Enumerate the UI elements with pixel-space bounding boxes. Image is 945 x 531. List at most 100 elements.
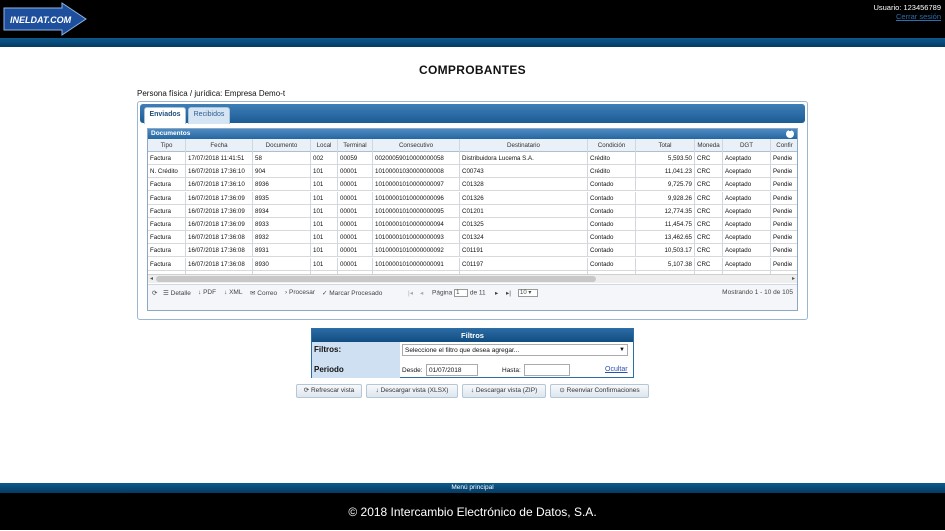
xml-button[interactable]: ↓ XML bbox=[224, 289, 242, 296]
column-header[interactable]: Destinatario bbox=[460, 139, 588, 152]
table-cell: Contado bbox=[588, 257, 636, 271]
table-row[interactable]: Factura 16/07/2018 17:36:09 8934 101 00001 10… bbox=[148, 204, 797, 218]
table-cell: Aceptado bbox=[723, 218, 771, 231]
last-page-icon[interactable]: ▸| bbox=[506, 289, 511, 297]
filter-select[interactable]: Seleccione el filtro que desea agregar..… bbox=[402, 344, 628, 356]
table-cell: Factura bbox=[148, 191, 186, 205]
pdf-label: PDF bbox=[203, 289, 217, 296]
desde-input[interactable]: 01/07/2018 bbox=[426, 364, 478, 376]
table-row[interactable]: N. Crédito 16/07/2018 17:36:10 904 101 00001… bbox=[148, 165, 797, 179]
table-cell: C01326 bbox=[460, 191, 588, 205]
table-row[interactable]: Factura 16/07/2018 17:36:08 8932 101 00001 10… bbox=[148, 231, 797, 245]
table-cell: 11,041.23 bbox=[636, 165, 695, 179]
documents-panel: Enviados Recibidos Documentos ⌃ Tipo Fech… bbox=[137, 101, 808, 320]
correo-button[interactable]: ✉ Correo bbox=[250, 289, 277, 297]
table-cell: 904 bbox=[253, 165, 311, 179]
table-cell: 16/07/2018 17:36:08 bbox=[186, 244, 253, 258]
table-cell: 10100001010000000092 bbox=[373, 244, 460, 258]
marcar-procesado-button[interactable]: ✓ Marcar Procesado bbox=[322, 289, 382, 297]
table-cell: Aceptado bbox=[723, 165, 771, 179]
filter-select-placeholder: Seleccione el filtro que desea agregar..… bbox=[405, 347, 520, 354]
column-header[interactable]: DGT bbox=[723, 139, 771, 152]
table-cell: Crédito bbox=[588, 165, 636, 179]
detalle-label: Detalle bbox=[170, 290, 191, 297]
table-cell: 11,454.75 bbox=[636, 218, 695, 231]
table-cell: 10100001030000000008 bbox=[373, 165, 460, 179]
table-cell: 101 bbox=[311, 257, 338, 271]
table-cell: CRC bbox=[695, 231, 723, 245]
pdf-button[interactable]: ↓ PDF bbox=[198, 289, 216, 296]
page-of-label: de 11 bbox=[469, 289, 486, 297]
page-input[interactable]: 1 bbox=[454, 289, 469, 297]
prev-page-icon[interactable]: ◂ bbox=[420, 289, 423, 297]
table-cell: 101 bbox=[311, 244, 338, 258]
descargar-zip-button[interactable]: ↓ Descargar vista (ZIP) bbox=[462, 384, 546, 398]
grid-title: Documentos bbox=[151, 130, 191, 137]
resend-icon: ⊙ bbox=[559, 387, 565, 394]
column-header[interactable]: Fecha bbox=[186, 139, 253, 152]
column-header[interactable]: Consecutivo bbox=[373, 139, 460, 152]
table-cell: Pendie bbox=[771, 192, 797, 205]
hasta-label: Hasta: bbox=[502, 367, 521, 374]
table-row[interactable]: Factura 16/07/2018 17:36:08 8930 101 00001 10… bbox=[148, 257, 797, 271]
table-cell: Contado bbox=[588, 218, 636, 231]
hasta-input[interactable] bbox=[524, 364, 570, 376]
column-header[interactable]: Terminal bbox=[338, 139, 373, 152]
procesar-button[interactable]: › Procesar bbox=[285, 289, 315, 296]
scroll-left-icon[interactable]: ◂ bbox=[150, 275, 153, 284]
table-row[interactable]: Factura 16/07/2018 17:36:09 8933 101 00001 10… bbox=[148, 218, 797, 231]
arrow-icon: › bbox=[285, 289, 288, 296]
menu-principal-link[interactable]: Menú principal bbox=[0, 483, 945, 493]
column-header[interactable]: Total bbox=[636, 139, 695, 152]
table-cell: 00200059010000000058 bbox=[373, 152, 460, 165]
next-page-icon[interactable]: ▸ bbox=[495, 289, 498, 297]
column-header[interactable]: Documento bbox=[253, 139, 311, 152]
table-cell: C01325 bbox=[460, 218, 588, 231]
list-icon: ☰ bbox=[163, 290, 169, 297]
tab-recibidos[interactable]: Recibidos bbox=[188, 107, 230, 124]
descargar-xlsx-button[interactable]: ↓ Descargar vista (XLSX) bbox=[366, 384, 458, 398]
ineldat-logo[interactable]: INELDAT.COM bbox=[2, 2, 88, 36]
column-header[interactable]: Local bbox=[311, 139, 338, 152]
grid-pager: ⟳ ☰ Detalle ↓ PDF ↓ XML ✉ Correo › Proce… bbox=[148, 284, 797, 310]
table-row[interactable]: Factura 17/07/2018 11:41:51 58 002 00059 0020… bbox=[148, 152, 797, 165]
page-size-select[interactable]: 10 ▾ bbox=[518, 289, 538, 297]
collapse-icon[interactable]: ⌃ bbox=[786, 130, 794, 138]
table-cell: 16/07/2018 17:36:10 bbox=[186, 178, 253, 192]
refresh-icon[interactable]: ⟳ bbox=[152, 289, 157, 297]
table-cell: Distribuidora Lucema S.A. bbox=[460, 152, 588, 165]
table-cell: 16/07/2018 17:36:10 bbox=[186, 165, 253, 179]
logout-link[interactable]: Cerrar sesión bbox=[873, 12, 941, 21]
table-cell: C01191 bbox=[460, 244, 588, 258]
persona-label: Persona física / jurídica: Empresa Demo-… bbox=[137, 89, 286, 98]
table-row[interactable]: Factura 16/07/2018 17:36:09 8935 101 00001 10… bbox=[148, 191, 797, 205]
scroll-right-icon[interactable]: ▸ bbox=[792, 275, 795, 284]
table-cell: 8935 bbox=[253, 191, 311, 205]
ocultar-link[interactable]: Ocultar bbox=[605, 366, 628, 373]
scroll-thumb[interactable] bbox=[156, 276, 596, 282]
horizontal-scrollbar[interactable]: ◂ ▸ bbox=[148, 274, 797, 283]
table-cell: Aceptado bbox=[723, 231, 771, 245]
header-stripe bbox=[0, 38, 945, 47]
table-cell: 101 bbox=[311, 204, 338, 218]
first-page-icon[interactable]: |◂ bbox=[408, 289, 413, 297]
table-cell: CRC bbox=[695, 178, 723, 192]
filters-panel: Filtros Filtros: Seleccione el filtro qu… bbox=[311, 328, 634, 378]
reenviar-confirmaciones-button[interactable]: ⊙ Reenviar Confirmaciones bbox=[550, 384, 649, 398]
table-cell: 16/07/2018 17:36:09 bbox=[186, 204, 253, 218]
column-header[interactable]: Moneda bbox=[695, 139, 723, 152]
table-row[interactable]: Factura 16/07/2018 17:36:08 8931 101 00001 10… bbox=[148, 244, 797, 258]
user-info: Usuario: 123456789 Cerrar sesión bbox=[873, 3, 941, 21]
table-cell: 8931 bbox=[253, 244, 311, 258]
column-header[interactable]: Tipo bbox=[148, 139, 186, 152]
table-row[interactable]: Factura 16/07/2018 17:36:10 8936 101 00001 10… bbox=[148, 178, 797, 192]
footer: © 2018 Intercambio Electrónico de Datos,… bbox=[0, 493, 945, 530]
detalle-button[interactable]: ☰ Detalle bbox=[163, 289, 191, 297]
tab-enviados[interactable]: Enviados bbox=[144, 107, 186, 124]
column-header[interactable]: Confir bbox=[771, 139, 797, 152]
table-cell: CRC bbox=[695, 152, 723, 165]
table-cell: Contado bbox=[588, 191, 636, 205]
refrescar-vista-button[interactable]: ⟳ Refrescar vista bbox=[296, 384, 362, 398]
column-header[interactable]: Condición bbox=[588, 139, 636, 152]
copyright: © 2018 Intercambio Electrónico de Datos,… bbox=[348, 505, 597, 519]
